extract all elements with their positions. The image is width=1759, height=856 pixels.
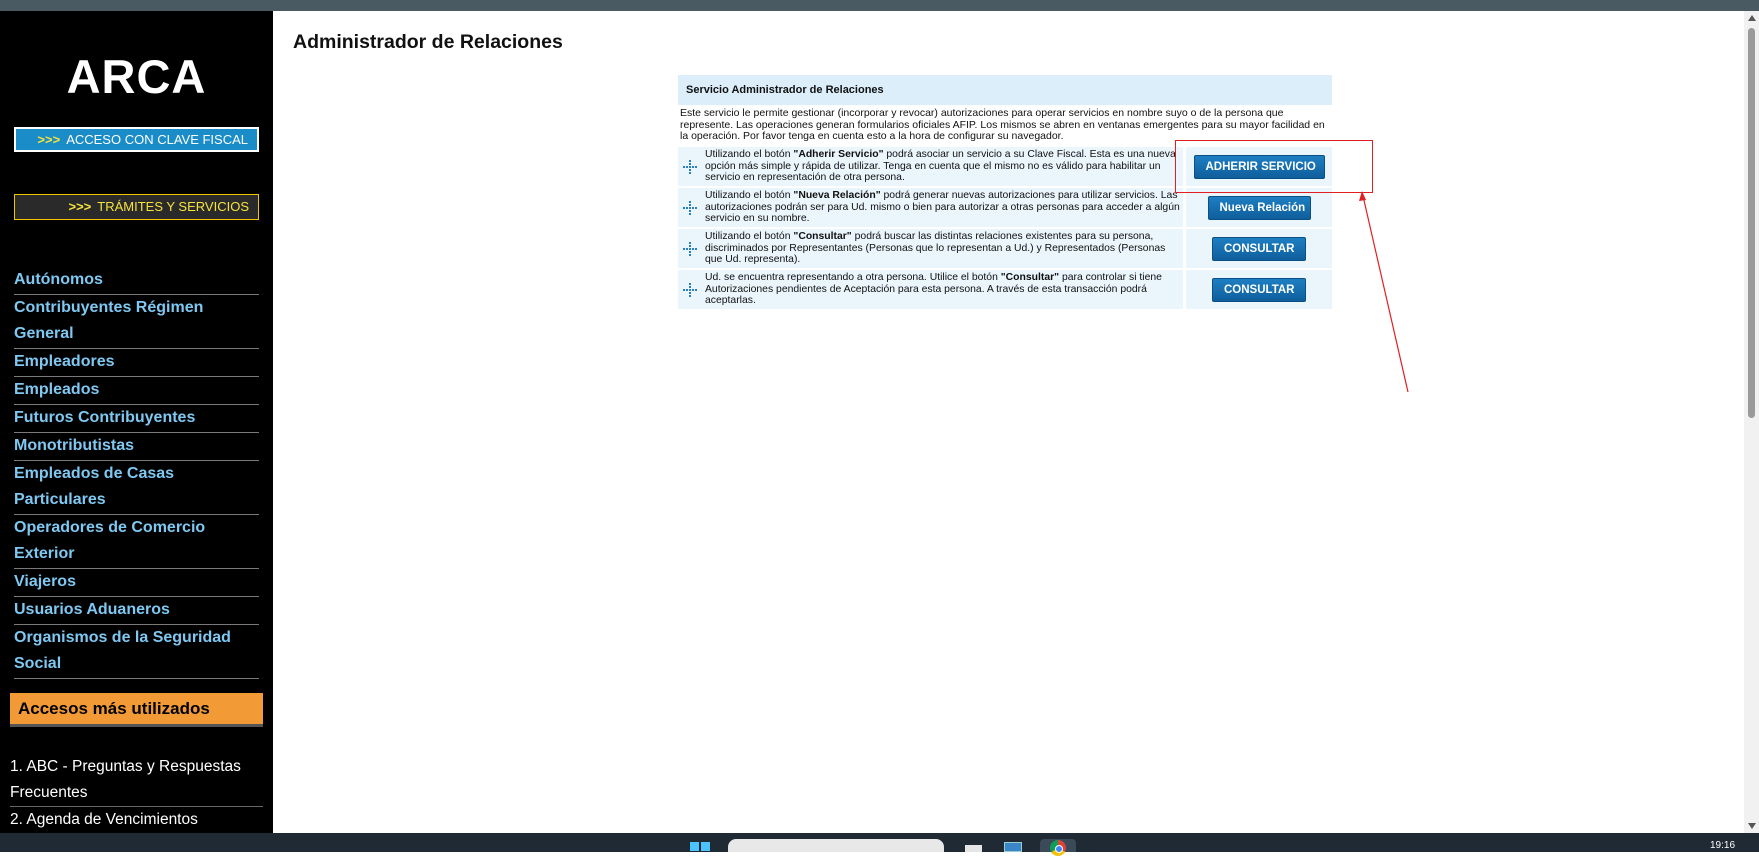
arrows-icon: >>> bbox=[68, 199, 92, 214]
option-row: Utilizando el botón "Nueva Relación" pod… bbox=[678, 188, 1332, 228]
clock: 19:16 bbox=[1710, 840, 1736, 851]
crosshair-icon bbox=[678, 200, 702, 215]
scroll-down-arrow-icon[interactable] bbox=[1748, 823, 1756, 829]
chrome-app-icon[interactable] bbox=[1040, 839, 1076, 856]
taskview-icon[interactable] bbox=[965, 845, 982, 852]
crosshair-icon bbox=[678, 241, 702, 256]
sidebar-item-viajeros[interactable]: Viajeros bbox=[14, 569, 259, 597]
arca-logo[interactable]: ARCA bbox=[0, 49, 273, 104]
sidebar-item-autonomos[interactable]: Autónomos bbox=[14, 267, 259, 295]
accesos-list: 1. ABC - Preguntas y Respuestas Frecuent… bbox=[10, 754, 263, 833]
taskbar-search[interactable] bbox=[728, 839, 944, 852]
file-explorer-icon[interactable] bbox=[1004, 842, 1022, 852]
consultar-button[interactable]: CONSULTAR bbox=[1212, 236, 1306, 261]
option-description: Utilizando el botón "Nueva Relación" pod… bbox=[705, 190, 1180, 225]
option-row: Utilizando el botón "Consultar" podrá bu… bbox=[678, 229, 1332, 269]
acceso-item-agenda[interactable]: 2. Agenda de Vencimientos bbox=[10, 807, 263, 833]
nueva-relacion-button[interactable]: Nueva Relación bbox=[1207, 195, 1311, 220]
consultar-pendientes-button[interactable]: CONSULTAR bbox=[1212, 277, 1306, 302]
sidebar-item-empleadores[interactable]: Empleadores bbox=[14, 349, 259, 377]
option-row: Ud. se encuentra representando a otra pe… bbox=[678, 270, 1332, 310]
window-top-bar bbox=[0, 0, 1759, 11]
sidebar-item-usuarios-aduaneros[interactable]: Usuarios Aduaneros bbox=[14, 597, 259, 625]
sidebar-item-operadores-comercio-exterior[interactable]: Operadores de Comercio Exterior bbox=[14, 515, 259, 569]
sidebar-item-empleados-casas-particulares[interactable]: Empleados de Casas Particulares bbox=[14, 461, 259, 515]
sidebar-nav: Autónomos Contribuyentes Régimen General… bbox=[14, 267, 259, 679]
acceso-item-abc[interactable]: 1. ABC - Preguntas y Respuestas Frecuent… bbox=[10, 754, 263, 807]
accesos-header: Accesos más utilizados bbox=[10, 693, 263, 727]
crosshair-icon bbox=[678, 159, 702, 174]
os-taskbar: 19:16 bbox=[0, 833, 1759, 856]
acceso-clave-fiscal-button[interactable]: >>> ACCESO CON CLAVE FISCAL bbox=[14, 127, 259, 152]
page-title: Administrador de Relaciones bbox=[293, 31, 563, 53]
sidebar-item-organismos-seguridad-social[interactable]: Organismos de la Seguridad Social bbox=[14, 625, 259, 679]
crosshair-icon bbox=[678, 282, 702, 297]
page-scrollbar[interactable] bbox=[1744, 11, 1759, 833]
sidebar: ARCA >>> ACCESO CON CLAVE FISCAL >>> TRÁMI… bbox=[0, 11, 273, 833]
tramites-label: TRÁMITES Y SERVICIOS bbox=[97, 199, 249, 214]
panel-title: Servicio Administrador de Relaciones bbox=[678, 75, 1332, 105]
scroll-up-arrow-icon[interactable] bbox=[1748, 15, 1756, 21]
sidebar-item-contribuyentes-regimen-general[interactable]: Contribuyentes Régimen General bbox=[14, 295, 259, 349]
arrows-icon: >>> bbox=[37, 132, 61, 147]
option-description: Utilizando el botón "Adherir Servicio" p… bbox=[705, 149, 1176, 184]
sidebar-item-monotributistas[interactable]: Monotributistas bbox=[14, 433, 259, 461]
tramites-servicios-button[interactable]: >>> TRÁMITES Y SERVICIOS bbox=[14, 194, 259, 220]
annotation-highlight-box bbox=[1175, 140, 1373, 193]
sidebar-item-futuros-contribuyentes[interactable]: Futuros Contribuyentes bbox=[14, 405, 259, 433]
option-description: Utilizando el botón "Consultar" podrá bu… bbox=[705, 231, 1166, 266]
scroll-thumb[interactable] bbox=[1748, 28, 1755, 418]
clave-fiscal-label: ACCESO CON CLAVE FISCAL bbox=[66, 132, 248, 147]
windows-start-icon[interactable] bbox=[690, 842, 710, 852]
option-description: Ud. se encuentra representando a otra pe… bbox=[705, 272, 1162, 307]
sidebar-item-empleados[interactable]: Empleados bbox=[14, 377, 259, 405]
